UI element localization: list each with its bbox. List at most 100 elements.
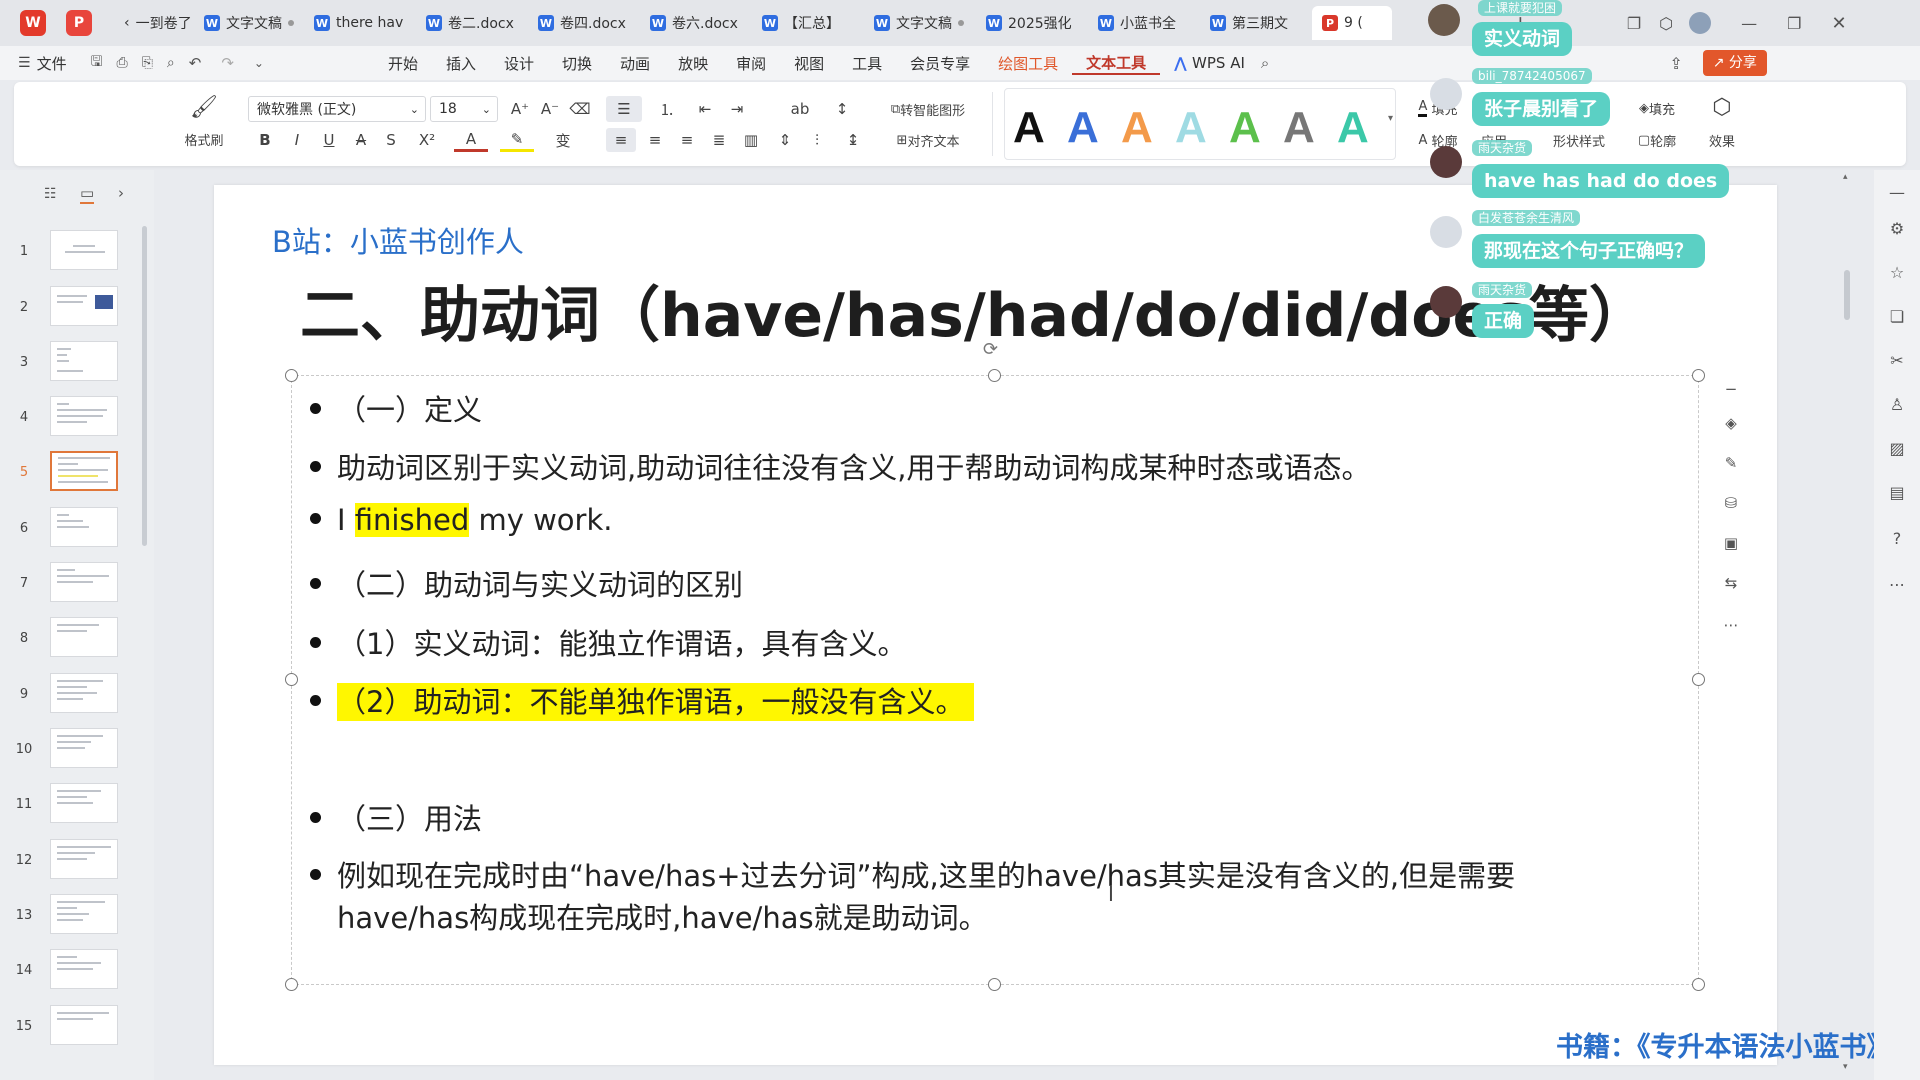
resize-handle-tl[interactable] [285,369,298,382]
more-chevron-icon[interactable]: ⌄ [254,56,264,70]
more-icon[interactable]: ⋯ [1718,612,1744,638]
tab-11-active[interactable]: P9 ( [1312,6,1392,40]
para-spacing-icon[interactable]: ⇕ [772,128,798,152]
redo-icon[interactable]: ↷ [221,54,234,72]
font-color-icon[interactable]: A [454,128,488,152]
underline-icon[interactable]: U [318,128,340,152]
menu-transition[interactable]: 切换 [548,53,606,74]
font-size-select[interactable]: 18 ⌄ [430,96,498,122]
tab-0[interactable]: ‹ 一到卷了 [114,6,194,40]
shirt-icon[interactable]: ♙ [1886,394,1908,416]
tab-3[interactable]: W 卷二.docx [416,6,528,40]
slide-thumb-15[interactable]: 15 [0,1005,140,1049]
menu-file[interactable]: 文件 [31,53,81,74]
adjust-sliders-icon[interactable]: ⚙ [1886,218,1908,240]
tab-9[interactable]: W 小蓝书全 [1088,6,1200,40]
text-style-0[interactable]: A [1013,103,1045,153]
decrease-font-icon[interactable]: A⁻ [538,96,562,122]
justify-icon[interactable]: ≣ [706,128,732,152]
collapse-pane-icon[interactable]: — [1886,182,1908,204]
pen-icon[interactable]: ✎ [1718,450,1744,476]
bold-icon[interactable]: B [254,128,276,152]
effect-cube-icon[interactable]: ⬡ [1704,92,1740,122]
phonetic-icon[interactable]: 变 [546,128,580,152]
shape-style-button[interactable]: 形状样式 [1544,128,1614,152]
line-spacing-icon[interactable]: ↕ [826,96,858,122]
shape-fill-button[interactable]: ◈ 填充 [1624,96,1690,120]
increase-font-icon[interactable]: A⁺ [508,96,532,122]
menu-member[interactable]: 会员专享 [896,53,984,74]
text-style-5[interactable]: A [1283,103,1315,153]
effect-button[interactable]: 效果 [1698,128,1746,152]
text-style-2[interactable]: A [1121,103,1153,153]
user-avatar[interactable] [1689,12,1712,34]
columns-icon[interactable]: ⫶ [804,128,830,152]
search-icon[interactable]: ⌕ [1261,54,1269,72]
layers-icon[interactable]: ◈ [1718,410,1744,436]
line-height-icon[interactable]: ↨ [836,128,870,152]
align-right-icon[interactable]: ≡ [674,128,700,152]
align-text-button[interactable]: ⊞ 对齐文本 [876,128,980,152]
print-preview-icon[interactable]: ⌕ [167,55,175,71]
save-icon[interactable]: 🖫 [91,51,103,75]
rotate-handle-icon[interactable]: ⟳ [983,339,998,360]
vertical-scrollbar[interactable]: ▴ ▾ [1843,170,1851,1080]
text-style-3[interactable]: A [1175,103,1207,153]
tab-1[interactable]: W 文字文稿 [194,6,304,40]
tab-10[interactable]: W 第三期文 [1200,6,1312,40]
menu-insert[interactable]: 插入 [432,53,490,74]
tab-6[interactable]: W 【汇总】 [752,6,864,40]
resize-handle-r[interactable] [1692,673,1705,686]
superscript-icon[interactable]: X² [412,128,442,152]
format-painter-label[interactable]: 格式刷 [178,128,230,150]
font-name-select[interactable]: 微软雅黑 (正文) ⌄ [248,96,426,122]
format-painter-icon[interactable]: 🖌 [184,94,224,120]
tab-2[interactable]: Wthere hav [304,6,416,40]
resize-handle-l[interactable] [285,673,298,686]
decrease-indent-icon[interactable]: ⇤ [692,96,718,122]
slide-thumb-8[interactable]: 8 [0,617,140,661]
menu-tools[interactable]: 工具 [838,53,896,74]
minimize-icon[interactable]: — [1741,14,1757,33]
tab-4[interactable]: W 卷四.docx [528,6,640,40]
slide-canvas[interactable]: B站：小蓝书创作人 二、助动词（have/has/had/do/did/does… [214,185,1894,1065]
tab-8[interactable]: W 2025强化 [976,6,1088,40]
undo-icon[interactable]: ↶ [189,54,202,72]
slide-thumb-5-current[interactable]: 5 [0,451,140,495]
tools-icon[interactable]: ✂ [1886,350,1908,372]
slide-thumb-13[interactable]: 13 [0,894,140,938]
tab-7[interactable]: W 文字文稿 [864,6,976,40]
menu-home[interactable]: 开始 [374,53,432,74]
scrollbar-thumb[interactable] [1844,270,1850,320]
slide-thumb-4[interactable]: 4 [0,396,140,440]
resize-handle-bl[interactable] [285,978,298,991]
minus-icon[interactable]: − [1718,376,1744,402]
slide-thumb-9[interactable]: 9 [0,673,140,717]
star-icon[interactable]: ☆ [1886,262,1908,284]
smart-shape-button[interactable]: ⧉ 转智能图形 [868,96,988,122]
scroll-up-icon[interactable]: ▴ [1843,172,1848,182]
more-dots-icon[interactable]: ⋯ [1886,574,1908,596]
print-icon[interactable]: ⎘ [142,55,153,71]
highlight-color-icon[interactable]: ✎ [500,128,534,152]
shadow-text-icon[interactable]: S [380,128,402,152]
slide-thumb-3[interactable]: 3 [0,341,140,385]
thumbnail-scrollbar[interactable] [142,226,147,546]
hamburger-icon[interactable]: ☰ [18,55,31,71]
fill-bucket-icon[interactable]: ⛁ [1718,490,1744,516]
close-icon[interactable]: ✕ [1831,13,1846,34]
resize-handle-br[interactable] [1692,978,1705,991]
text-direction-icon[interactable]: ab [784,96,816,122]
menu-design[interactable]: 设计 [490,53,548,74]
window-layout-icon[interactable]: ❐ [1627,14,1641,33]
text-style-6[interactable]: A [1337,103,1369,153]
italic-icon[interactable]: I [286,128,308,152]
resize-handle-tr[interactable] [1692,369,1705,382]
collapse-pane-icon[interactable]: › [118,184,124,202]
tab-5[interactable]: W 卷六.docx [640,6,752,40]
slide-view-icon[interactable]: ▭ [80,184,95,204]
resize-handle-t[interactable] [988,369,1001,382]
align-left-icon[interactable]: ≡ [606,128,636,152]
outline-view-icon[interactable]: ☷ [44,186,57,202]
align-center-icon[interactable]: ≡ [642,128,668,152]
